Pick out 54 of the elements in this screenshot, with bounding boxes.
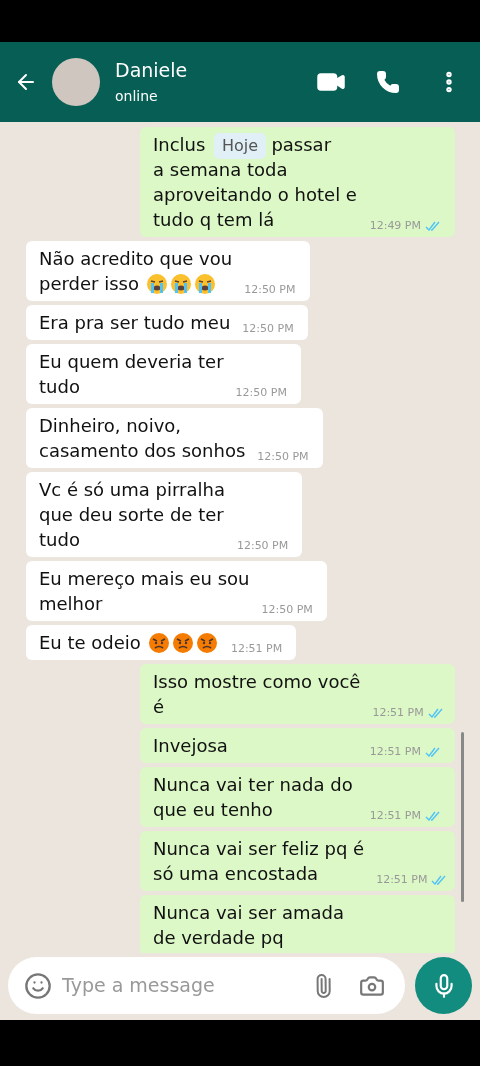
message-text: só uma encostada xyxy=(153,862,319,886)
date-chip: Hoje xyxy=(213,133,267,159)
message-text: Nunca vai ser feliz pq é xyxy=(153,837,365,861)
message-time: 12:51 PM xyxy=(230,640,283,657)
message-text: Eu quem deveria ter xyxy=(39,350,224,374)
message-time: 12:50 PM xyxy=(244,281,296,298)
contact-avatar[interactable] xyxy=(52,58,100,106)
emoji-icon[interactable] xyxy=(24,971,52,1000)
message-time: 12:50 PM xyxy=(236,537,289,554)
contact-status: online xyxy=(115,87,159,106)
message-text: Eu mereço mais eu sou xyxy=(39,567,250,591)
message-text: de verdade pq xyxy=(153,926,284,950)
message-time: 12:51 PM xyxy=(372,704,424,721)
message-text: aproveitando o hotel e xyxy=(153,183,357,207)
message-time: 12:50 PM xyxy=(235,384,287,401)
message-time: 12:50 PM xyxy=(242,320,294,337)
message-time: 12:49 PM xyxy=(369,217,421,234)
message-text: Era pra ser tudo meu xyxy=(39,311,231,335)
message-time: 12:50 PM xyxy=(257,448,309,465)
message-text: Dinheiro, noivo, xyxy=(39,414,182,438)
contact-name: Daniele xyxy=(115,58,189,82)
angry-face-icon xyxy=(147,631,170,654)
message-text: tudo q tem lá xyxy=(153,208,275,232)
crying-face-icon xyxy=(146,272,168,295)
message-text: perder isso xyxy=(39,272,139,296)
message-text: tudo xyxy=(39,375,80,399)
message-text: que deu sorte de ter xyxy=(39,503,224,527)
crying-face-icon xyxy=(194,272,216,295)
angry-face-icon xyxy=(195,631,218,654)
message-text: Não acredito que vou xyxy=(39,247,233,271)
message-text: Inclus xyxy=(153,133,206,157)
message-text: que eu tenho xyxy=(153,798,273,822)
crying-face-icon xyxy=(170,272,192,295)
message-text: passar xyxy=(271,133,332,157)
message-text: Nunca vai ser amada xyxy=(153,901,344,925)
message-text: Invejosa xyxy=(153,734,228,758)
message-text: melhor xyxy=(39,592,103,616)
mic-button[interactable] xyxy=(415,957,472,1014)
message-text: casamento dos sonhos xyxy=(39,439,246,463)
message-text: a semana toda xyxy=(153,158,288,182)
phone-icon[interactable] xyxy=(376,70,400,94)
message-time: 12:51 PM xyxy=(369,743,421,760)
message-time: 12:51 PM xyxy=(376,871,428,888)
message-text: Eu te odeio xyxy=(39,631,141,655)
message-field[interactable]: Type a message xyxy=(8,957,405,1014)
message-time: 12:50 PM xyxy=(261,601,313,618)
message-text: Nunca vai ter nada do xyxy=(153,773,353,797)
message-text: tudo xyxy=(39,528,80,552)
message-time: 12:51 PM xyxy=(369,807,421,824)
message-text: Isso mostre como você xyxy=(153,670,361,694)
message-text: é xyxy=(153,695,165,719)
message-input[interactable]: Type a message xyxy=(62,971,311,1000)
angry-face-icon xyxy=(171,631,194,654)
message-text: Vc é só uma pirralha xyxy=(39,478,225,502)
